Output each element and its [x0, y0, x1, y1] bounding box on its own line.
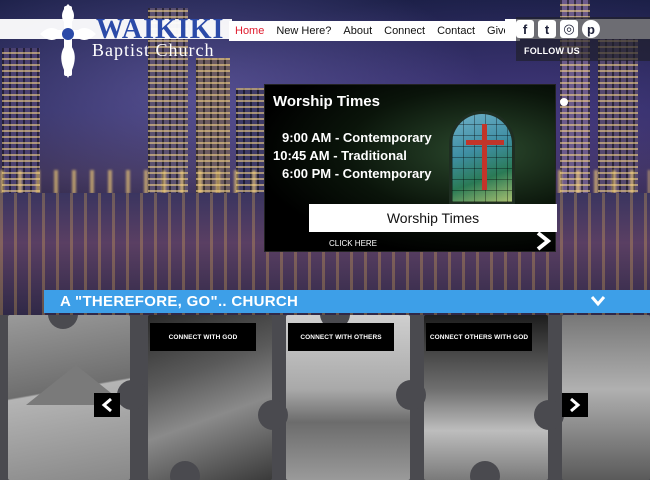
cross-icon: [482, 124, 487, 190]
puzzle-knob: [258, 400, 288, 430]
carousel-prev-button[interactable]: [94, 393, 120, 417]
puzzle-knob: [396, 380, 426, 410]
chevron-right-icon[interactable]: [533, 231, 555, 251]
worship-time: 10:45 AM - Traditional: [273, 148, 407, 163]
tile-label-connect-others-god[interactable]: CONNECT OTHERS WITH GOD: [426, 323, 532, 351]
chevron-right-icon: [570, 397, 581, 413]
church-logo-icon[interactable]: [38, 2, 98, 80]
nav-contact[interactable]: Contact: [431, 21, 481, 41]
tile-label-connect-god[interactable]: CONNECT WITH GOD: [150, 323, 256, 351]
puzzle-knob: [117, 380, 147, 410]
worship-title: Worship Times: [273, 93, 380, 110]
follow-us-label: FOLLOW US: [524, 46, 580, 56]
mission-banner: A "THEREFORE, GO".. CHURCH: [44, 290, 650, 313]
worship-times-button[interactable]: Worship Times: [309, 204, 557, 232]
tile-label-connect-others[interactable]: CONNECT WITH OTHERS: [288, 323, 394, 351]
worship-times-list: 9:00 AM - Contemporary 10:45 AM - Tradit…: [273, 129, 432, 183]
click-here-link[interactable]: CLICK HERE: [329, 239, 377, 248]
facebook-icon[interactable]: f: [516, 20, 534, 38]
chevron-down-icon[interactable]: [590, 294, 606, 308]
puzzle-knob: [534, 400, 564, 430]
chevron-left-icon: [101, 397, 112, 413]
worship-time: 9:00 AM - Contemporary: [282, 130, 432, 145]
carousel-next-button[interactable]: [562, 393, 588, 417]
brand-subtitle[interactable]: Baptist Church: [92, 40, 215, 61]
stained-glass-window: [449, 111, 515, 205]
twitter-icon[interactable]: t: [538, 20, 556, 38]
worship-time: 6:00 PM - Contemporary: [282, 166, 432, 181]
banner-title: A "THEREFORE, GO".. CHURCH: [60, 293, 299, 310]
nav-home[interactable]: Home: [229, 21, 270, 41]
nav-about[interactable]: About: [337, 21, 378, 41]
nav-new-here[interactable]: New Here?: [270, 21, 337, 41]
main-nav: Home New Here? About Connect Contact Giv…: [229, 21, 520, 41]
nav-connect[interactable]: Connect: [378, 21, 431, 41]
slider-dot[interactable]: [560, 98, 568, 106]
worship-times-panel: Worship Times 9:00 AM - Contemporary 10:…: [264, 84, 557, 252]
connect-carousel: CONNECT WITH GOD CONNECT WITH OTHERS CON…: [0, 315, 650, 480]
pinterest-icon[interactable]: p: [582, 20, 600, 38]
instagram-icon[interactable]: ◎: [560, 20, 578, 38]
social-icons: f t ◎ p: [516, 20, 600, 38]
